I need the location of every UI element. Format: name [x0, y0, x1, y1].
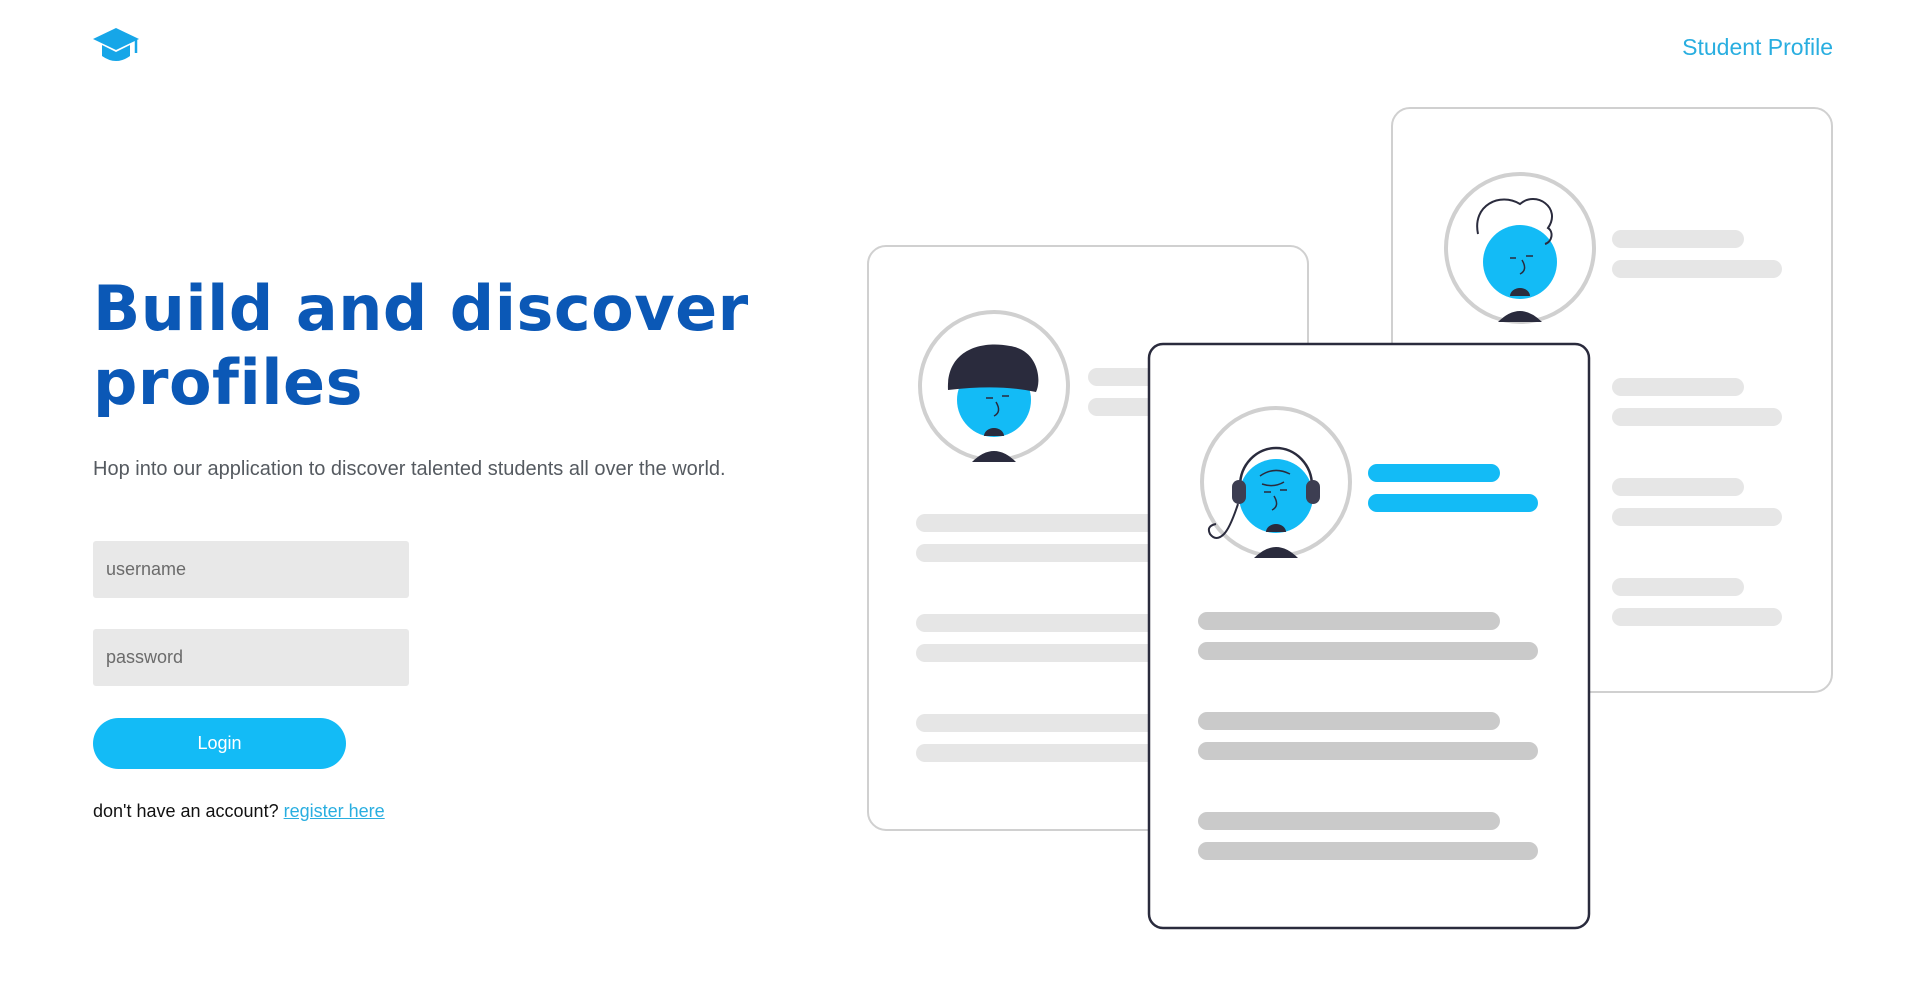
profile-cards-illustration [867, 107, 1833, 930]
profile-card-front [1147, 342, 1591, 930]
username-input[interactable] [93, 541, 409, 598]
graduation-cap-icon[interactable] [92, 26, 140, 66]
landing-page: Student Profile Build and discover profi… [0, 0, 1917, 986]
login-button[interactable]: Login [93, 718, 346, 769]
profile-card-headset-avatar-icon [1200, 406, 1352, 558]
register-prompt-text: don't have an account? [93, 801, 279, 821]
page-title: Build and discover profiles [93, 272, 813, 420]
profile-card-curly-hair-avatar-icon [1444, 172, 1596, 324]
headline-line-2: profiles [93, 346, 363, 419]
student-profile-link[interactable]: Student Profile [1682, 34, 1833, 61]
profile-card-cap-avatar-icon [918, 310, 1070, 462]
password-input[interactable] [93, 629, 409, 686]
register-prompt: don't have an account? register here [93, 801, 385, 822]
register-link[interactable]: register here [284, 801, 385, 821]
hero-subtext: Hop into our application to discover tal… [93, 458, 726, 480]
headline-line-1: Build and discover [93, 272, 749, 345]
